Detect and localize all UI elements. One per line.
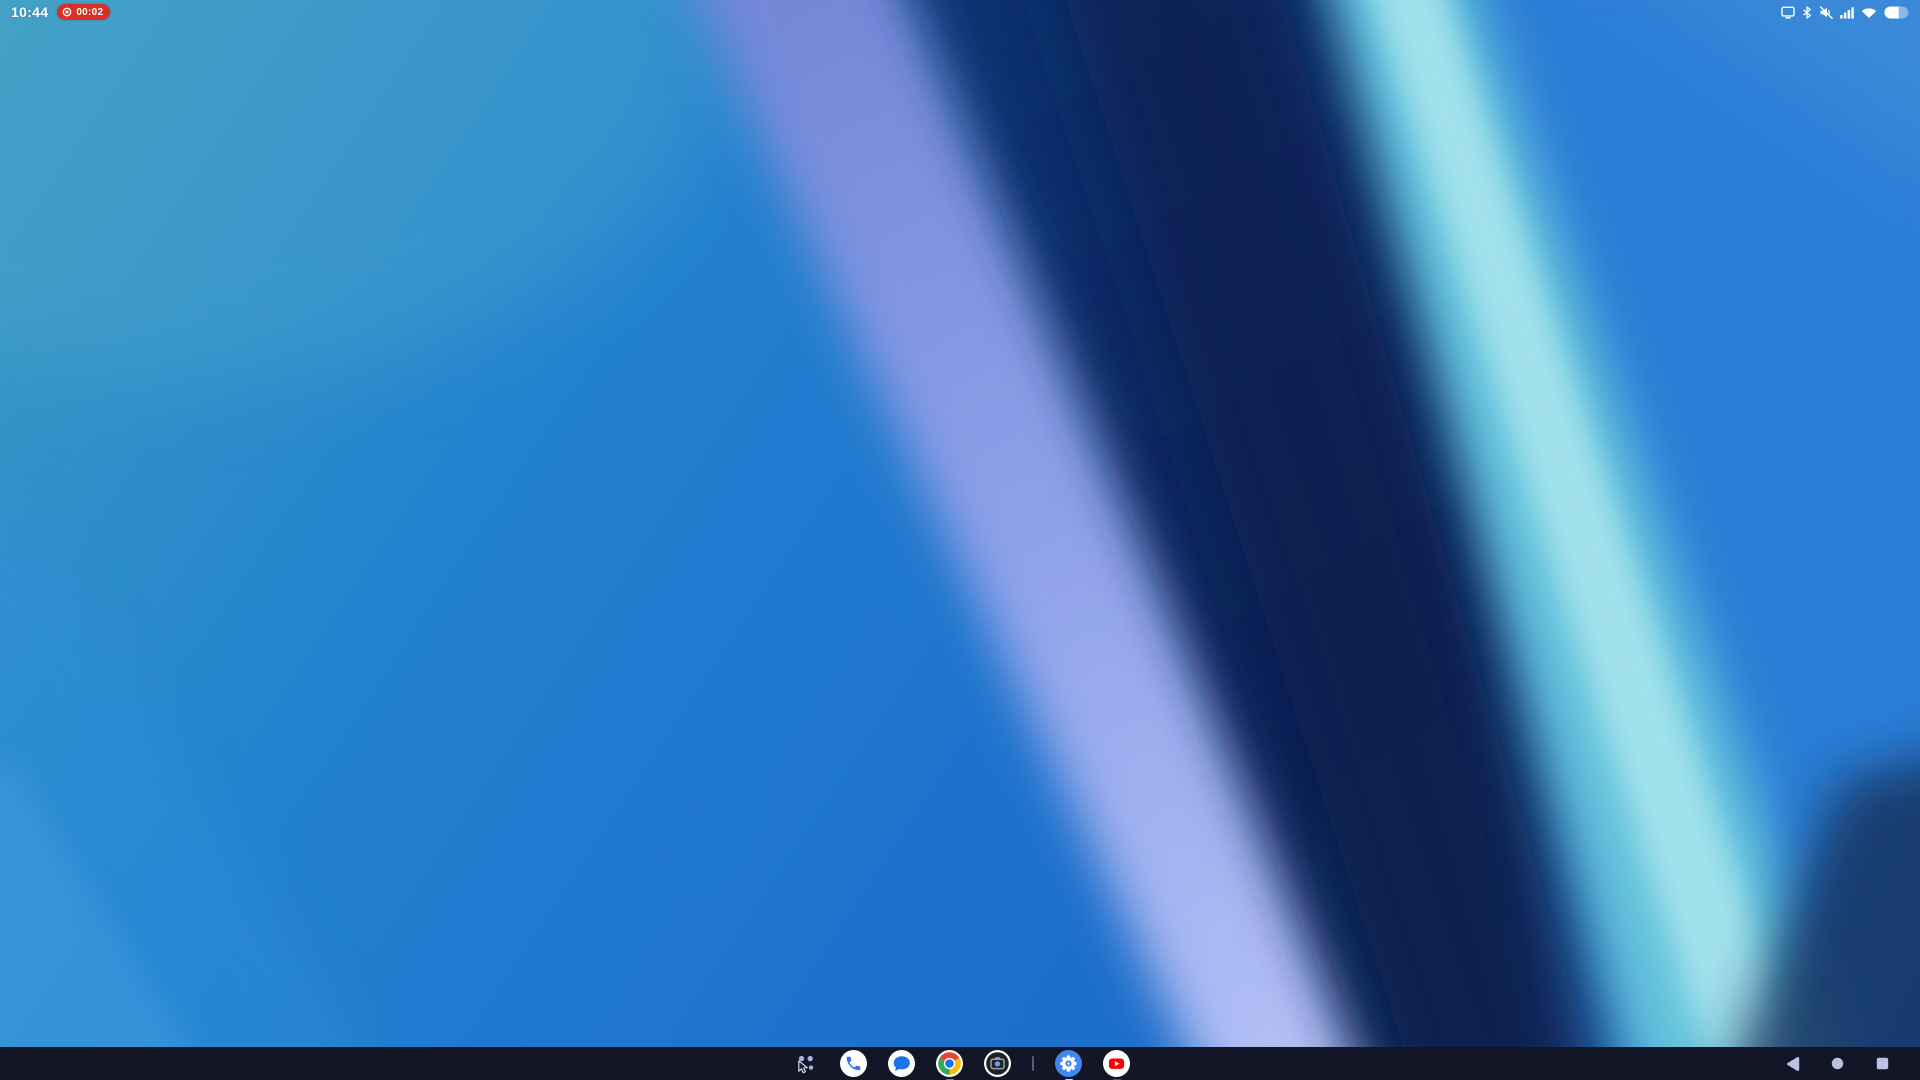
youtube-app-button[interactable]: [1103, 1050, 1130, 1077]
recents-square-icon: [1876, 1057, 1889, 1070]
chrome-app-button[interactable]: [936, 1050, 963, 1077]
back-button[interactable]: [1784, 1056, 1800, 1072]
external-display-icon: [1781, 6, 1795, 19]
all-apps-button[interactable]: [792, 1050, 819, 1077]
taskbar-apps: [792, 1050, 1130, 1077]
camera-icon: [984, 1050, 1011, 1077]
taskbar-nav: [1784, 1047, 1890, 1080]
record-duration: 00:02: [76, 7, 103, 18]
messages-app-button[interactable]: [888, 1050, 915, 1077]
battery-icon: [1884, 6, 1909, 19]
bluetooth-icon: [1802, 6, 1812, 19]
screen-record-badge[interactable]: 00:02: [57, 4, 110, 20]
wifi-icon: [1861, 6, 1877, 19]
status-bar-right[interactable]: [1781, 0, 1909, 24]
taskbar: [0, 1047, 1920, 1080]
messages-icon: [888, 1050, 915, 1077]
back-triangle-icon: [1785, 1056, 1800, 1072]
clock: 10:44: [11, 4, 48, 20]
cellular-signal-icon: [1840, 6, 1854, 19]
screen-record-icon: [62, 7, 72, 17]
android-desktop: 10:44 00:02: [0, 0, 1920, 1080]
status-bar: 10:44 00:02: [0, 0, 1920, 24]
all-apps-grid-cursor-icon: [792, 1050, 819, 1077]
taskbar-divider: [1032, 1056, 1034, 1071]
status-bar-left[interactable]: 10:44 00:02: [11, 0, 110, 24]
home-button[interactable]: [1829, 1056, 1845, 1072]
wallpaper[interactable]: [0, 0, 1920, 1080]
phone-icon: [840, 1050, 867, 1077]
recents-button[interactable]: [1874, 1056, 1890, 1072]
phone-app-button[interactable]: [840, 1050, 867, 1077]
volume-muted-icon: [1819, 6, 1833, 19]
settings-icon: [1055, 1050, 1082, 1077]
youtube-icon: [1103, 1050, 1130, 1077]
camera-app-button[interactable]: [984, 1050, 1011, 1077]
settings-app-button[interactable]: [1055, 1050, 1082, 1077]
home-circle-icon: [1831, 1057, 1844, 1070]
chrome-icon: [936, 1050, 963, 1077]
